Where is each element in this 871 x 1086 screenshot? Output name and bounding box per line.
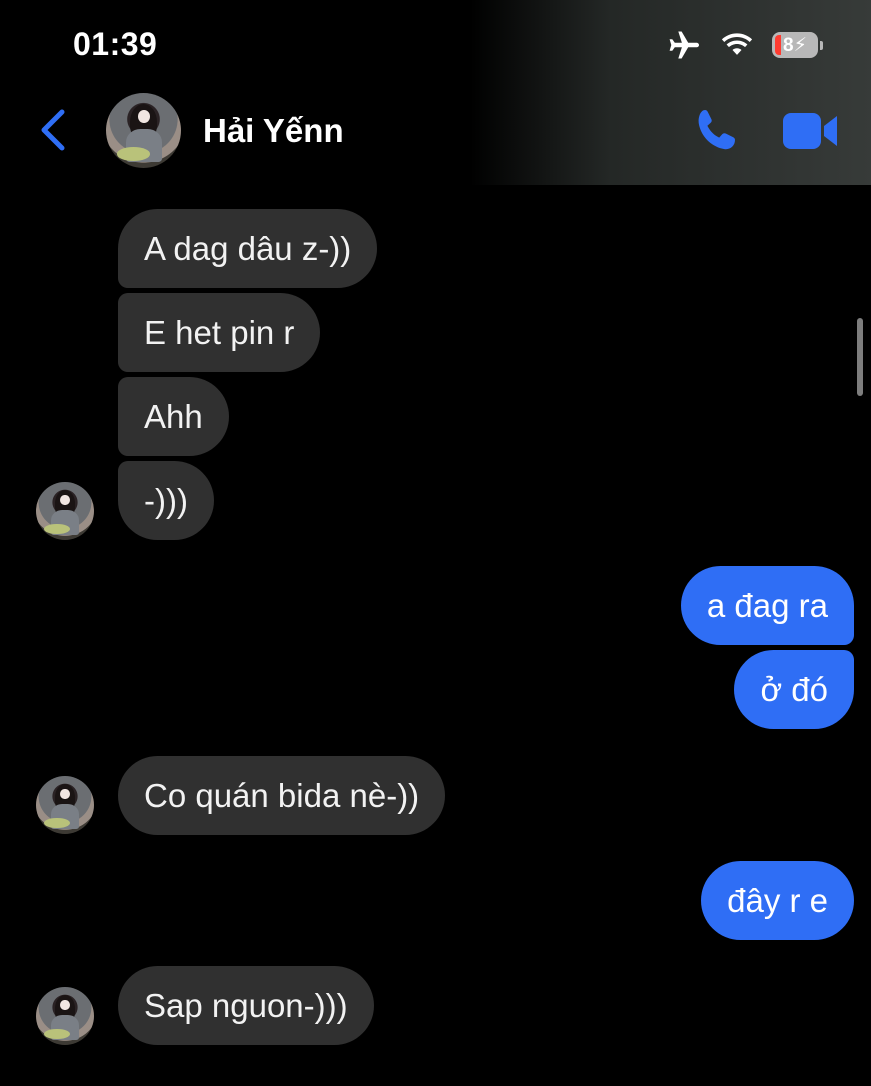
message-bubble-incoming[interactable]: Ahh — [118, 377, 229, 456]
scrollbar[interactable] — [857, 318, 863, 396]
message-bubble-incoming[interactable]: Sap nguon-))) — [118, 966, 374, 1045]
phone-call-icon[interactable] — [692, 106, 742, 156]
battery-indicator: 8⚡ — [772, 32, 818, 58]
contact-name[interactable]: Hải Yếnn — [203, 112, 344, 150]
sender-avatar[interactable] — [36, 776, 94, 834]
message-bubble-incoming[interactable]: Co quán bida nè-)) — [118, 756, 446, 835]
back-chevron-icon[interactable] — [36, 106, 72, 154]
status-time: 01:39 — [73, 26, 158, 62]
wifi-icon — [721, 33, 753, 55]
status-icons: 8⚡ — [668, 30, 823, 60]
battery-cap — [820, 40, 823, 50]
sender-avatar[interactable] — [36, 482, 94, 540]
battery-level — [775, 35, 781, 55]
message-bubble-outgoing[interactable]: a đag ra — [680, 566, 854, 645]
message-bubble-outgoing[interactable]: ở đó — [734, 650, 854, 729]
message-bubble-incoming[interactable]: A dag dâu z-)) — [118, 209, 378, 288]
header-blur — [470, 0, 871, 185]
message-bubble-incoming[interactable]: -))) — [118, 461, 214, 540]
battery-percent: 8⚡ — [783, 34, 807, 56]
messenger-chat-screen: 01:39 8⚡ Hải Yếnn A dag dâu z-)) E het p… — [0, 0, 871, 1086]
sender-avatar[interactable] — [36, 987, 94, 1045]
video-call-icon[interactable] — [782, 110, 840, 152]
message-bubble-incoming[interactable]: E het pin r — [118, 293, 321, 372]
message-bubble-outgoing[interactable]: đây r e — [701, 861, 854, 940]
airplane-mode-icon — [669, 31, 699, 59]
contact-avatar[interactable] — [106, 93, 181, 168]
